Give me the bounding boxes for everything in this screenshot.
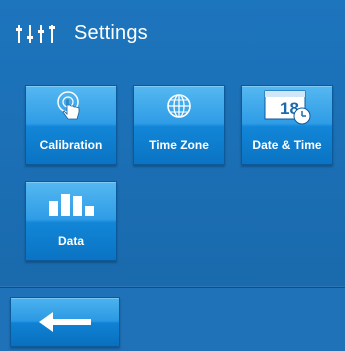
date-time-button[interactable]: 18 Date & Time xyxy=(241,85,333,165)
calibration-button[interactable]: Calibration xyxy=(25,85,117,165)
calibration-label: Calibration xyxy=(39,138,103,152)
page-title: Settings xyxy=(74,22,148,44)
globe-icon xyxy=(167,94,191,118)
touch-target-icon xyxy=(57,91,80,120)
settings-panel: Settings Calibration Time Zone 18 Date &… xyxy=(0,0,345,288)
data-button[interactable]: Data xyxy=(25,181,117,261)
arrow-left-icon xyxy=(39,312,91,332)
settings-header: Settings xyxy=(0,0,345,60)
date-time-label: Date & Time xyxy=(252,138,322,152)
time-zone-label: Time Zone xyxy=(149,138,209,152)
back-button[interactable] xyxy=(10,297,120,347)
data-label: Data xyxy=(57,234,84,248)
sliders-icon xyxy=(16,25,55,43)
calendar-clock-icon: 18 xyxy=(264,90,311,125)
time-zone-button[interactable]: Time Zone xyxy=(133,85,225,165)
bar-chart-icon xyxy=(49,194,94,216)
